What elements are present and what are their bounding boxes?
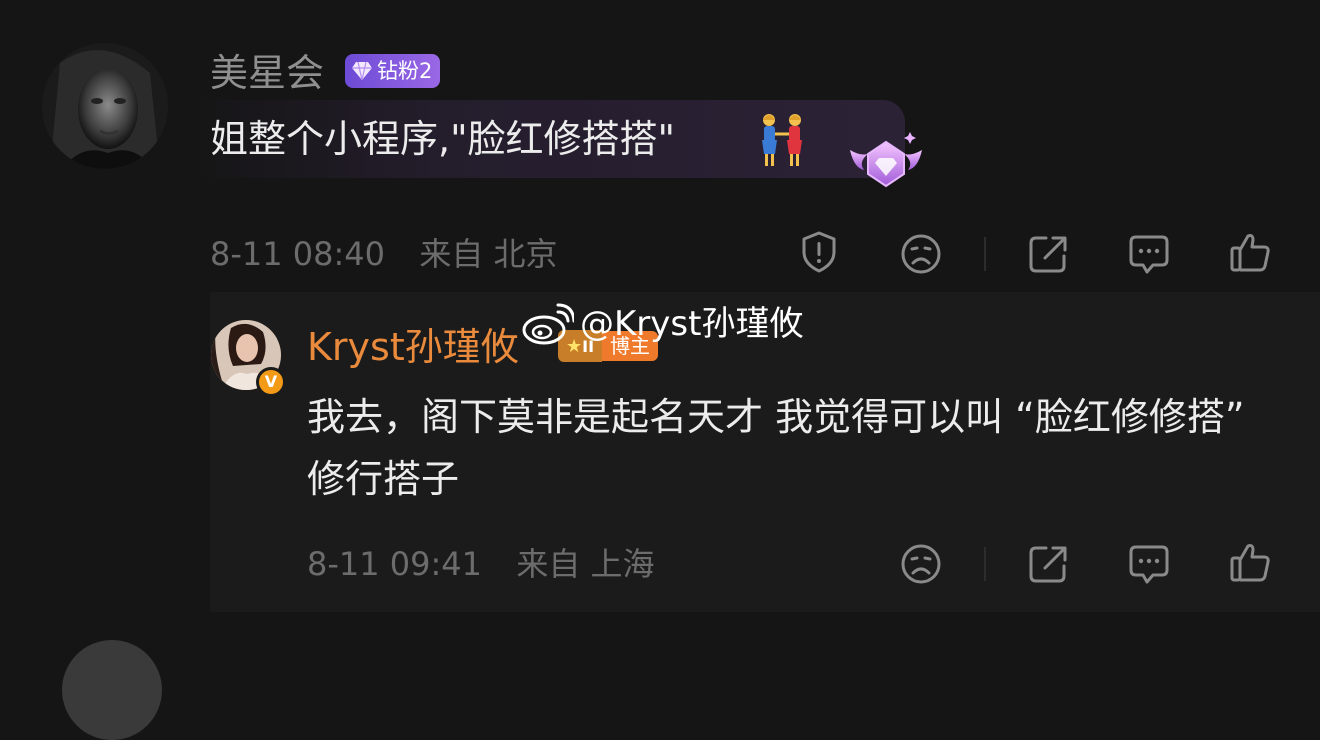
reply-location: 来自 上海 bbox=[516, 545, 655, 583]
report-icon[interactable] bbox=[797, 230, 841, 274]
reply-time: 8-11 09:41 bbox=[307, 545, 483, 583]
thumbs-up-icon[interactable] bbox=[1228, 230, 1272, 274]
next-comment-avatar[interactable] bbox=[62, 640, 162, 740]
verified-badge-icon: V bbox=[256, 367, 286, 397]
avatar[interactable] bbox=[42, 43, 168, 169]
share-icon[interactable] bbox=[1026, 232, 1070, 276]
dislike-face-icon[interactable] bbox=[899, 542, 943, 586]
reply-meta: 8-11 09:41 来自 上海 bbox=[307, 543, 655, 585]
watermark: @Kryst孙瑾攸 bbox=[520, 302, 803, 346]
dislike-face-icon[interactable] bbox=[899, 232, 943, 276]
watermark-text: @Kryst孙瑾攸 bbox=[580, 304, 804, 344]
reply-username[interactable]: Kryst孙瑾攸 bbox=[307, 324, 519, 370]
fan-badge-label: 钻粉2 bbox=[377, 59, 433, 83]
weibo-logo-icon bbox=[522, 303, 574, 345]
comment-text: 姐整个小程序,"脸红修搭搭" bbox=[210, 117, 676, 161]
divider bbox=[984, 237, 986, 271]
comment-username[interactable]: 美星会 bbox=[210, 50, 324, 96]
reply-text: 我去，阁下莫非是起名天才 我觉得可以叫 “脸红修修搭” 修行搭子 bbox=[307, 395, 1245, 501]
divider bbox=[984, 547, 986, 581]
fan-level-badge[interactable]: 钻粉2 bbox=[345, 54, 441, 88]
comment-time: 8-11 08:40 bbox=[210, 235, 386, 273]
thumbs-up-icon[interactable] bbox=[1228, 540, 1272, 584]
comment-location: 来自 北京 bbox=[419, 235, 558, 273]
two-women-emoji-icon bbox=[754, 112, 810, 174]
comment-meta: 8-11 08:40 来自 北京 bbox=[210, 233, 558, 275]
comment-icon[interactable] bbox=[1127, 542, 1171, 586]
diamond-wing-badge-icon bbox=[846, 130, 926, 198]
comment-icon[interactable] bbox=[1127, 232, 1171, 276]
share-icon[interactable] bbox=[1026, 542, 1070, 586]
diamond-icon bbox=[352, 61, 372, 81]
